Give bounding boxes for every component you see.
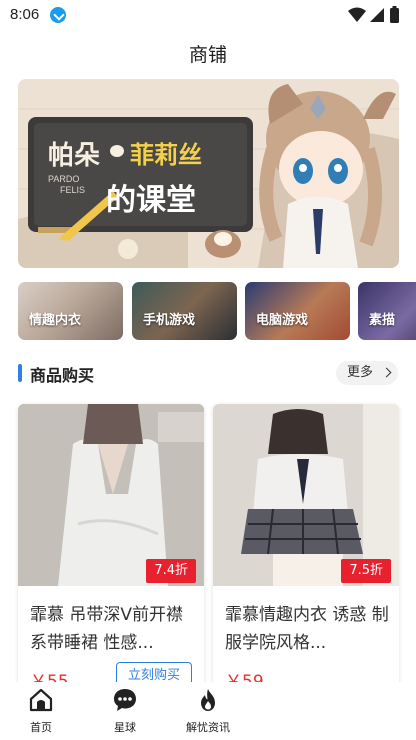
category-label: 情趣内衣 (29, 313, 82, 328)
product-card[interactable]: 7.5折 霏慕情趣内衣 诱惑 制服学院风格... ￥59 (213, 404, 399, 694)
product-title: 霏慕情趣内衣 诱惑 制服学院风格... (225, 605, 389, 653)
section-accent-bar (18, 364, 22, 382)
home-icon (29, 688, 53, 712)
chevron-right-icon (381, 367, 392, 378)
banner-title-1b: 菲莉丝 (130, 141, 202, 169)
discount-badge: 7.4折 (146, 559, 196, 583)
product-card[interactable]: 7.4折 霏慕 吊带深V前开襟系带睡裙 性感... ￥55 立刻购买 (18, 404, 204, 694)
category-pc-games[interactable]: 电脑游戏 (245, 282, 350, 340)
chat-bubble-icon (114, 689, 136, 711)
category-mobile-games[interactable]: 手机游戏 (132, 282, 237, 340)
section-header: 商品购买 更多 (18, 361, 398, 385)
wifi-icon (348, 7, 366, 22)
product-image: 7.5折 (213, 404, 399, 586)
product-title: 霏慕 吊带深V前开襟系带睡裙 性感... (30, 605, 184, 653)
banner-small-text-1: PARDO (48, 174, 80, 184)
paw-icon (110, 145, 124, 157)
banner-title-1a: 帕朵 (48, 141, 101, 171)
battery-icon (390, 8, 399, 23)
banner-small-text-2: FELIS (60, 185, 86, 195)
discount-badge: 7.5折 (341, 559, 391, 583)
category-lingerie[interactable]: 情趣内衣 (18, 282, 123, 340)
bottom-nav: 首页 星球 解忧资讯 (0, 682, 416, 740)
nav-planet[interactable]: 星球 (85, 682, 165, 740)
nav-home[interactable]: 首页 (1, 682, 81, 740)
category-sketch[interactable]: 素描 (358, 282, 416, 340)
section-title: 商品购买 (30, 366, 95, 385)
more-label: 更多 (347, 365, 374, 380)
status-time: 8:06 (10, 6, 40, 23)
download-icon (50, 7, 66, 23)
category-label: 手机游戏 (143, 313, 196, 328)
signal-icon (370, 8, 384, 22)
flame-icon (201, 689, 215, 711)
category-label: 素描 (369, 313, 396, 328)
promo-banner[interactable]: 帕朵 菲莉丝 PARDO FELIS 的课堂 (18, 79, 399, 268)
nav-label: 解忧资讯 (186, 721, 230, 734)
banner-title-2: 的课堂 (106, 183, 196, 218)
category-label: 电脑游戏 (256, 313, 309, 328)
product-image: 7.4折 (18, 404, 204, 586)
nav-label: 首页 (30, 721, 52, 734)
status-icons (348, 6, 399, 23)
category-row: 情趣内衣 手机游戏 电脑游戏 素描 (18, 282, 416, 340)
nav-label: 星球 (114, 721, 136, 734)
more-button[interactable]: 更多 (336, 361, 398, 385)
nav-news[interactable]: 解忧资讯 (168, 682, 248, 740)
status-bar: 8:06 (0, 0, 416, 30)
page-title: 商铺 (188, 44, 227, 66)
